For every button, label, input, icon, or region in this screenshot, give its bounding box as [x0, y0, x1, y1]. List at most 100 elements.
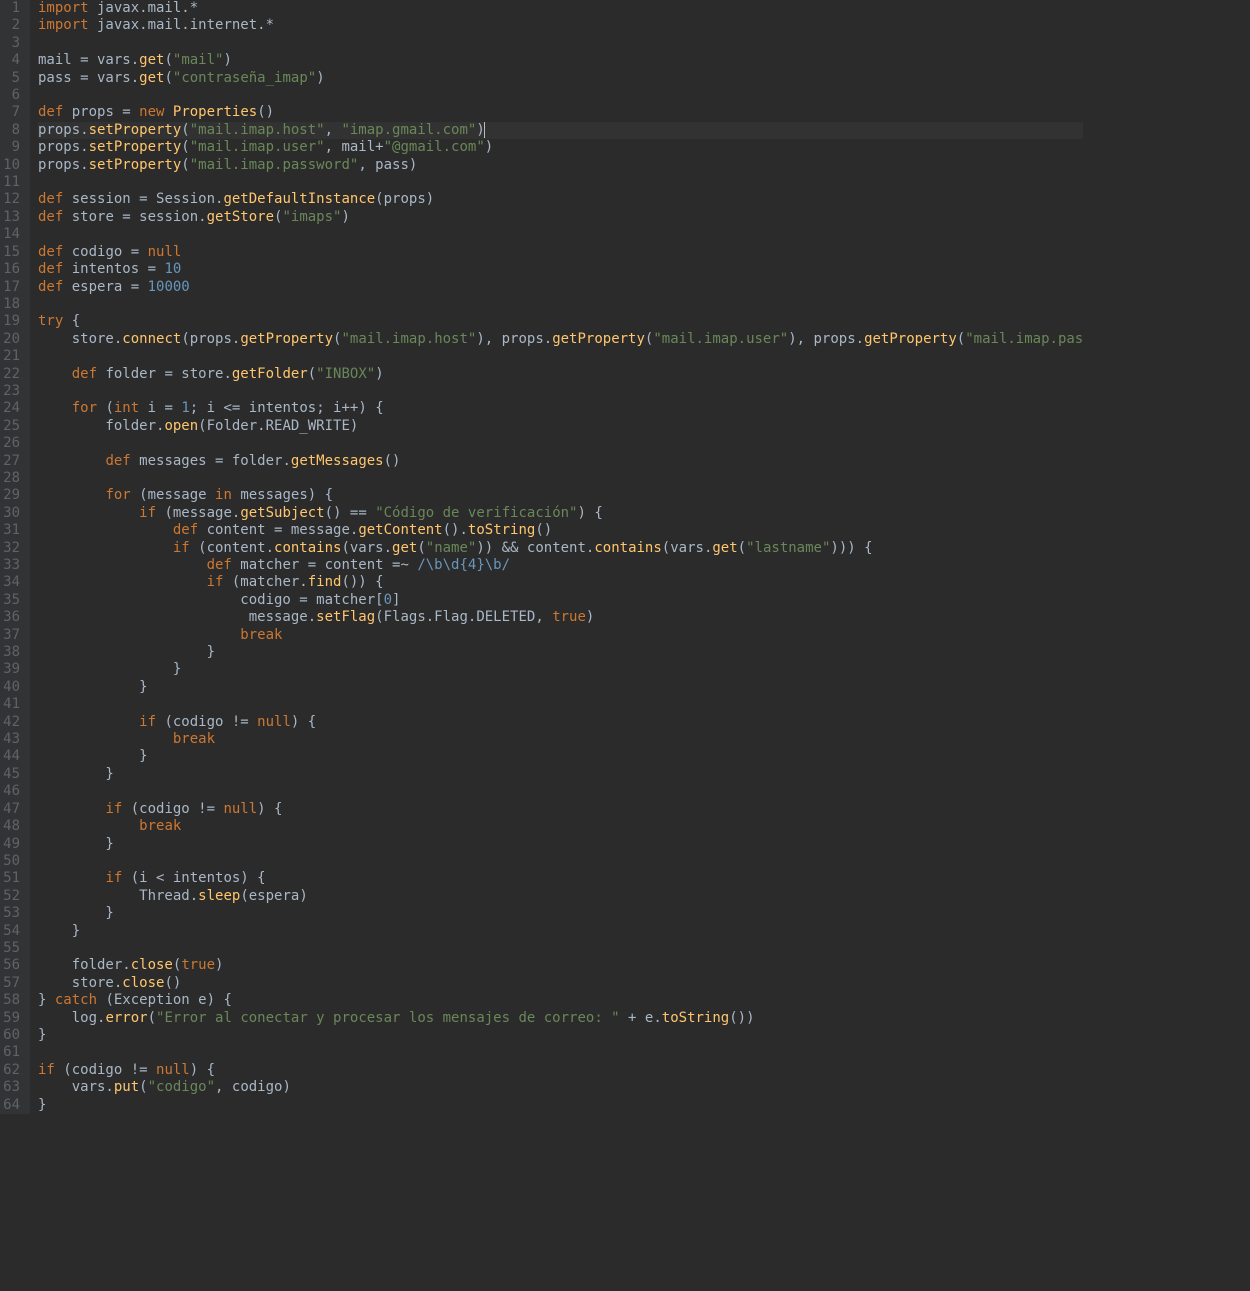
code-line[interactable]: } — [38, 679, 1083, 696]
code-line[interactable]: if (matcher.find()) { — [38, 574, 1083, 591]
token-id: ) { — [577, 505, 602, 521]
code-line[interactable]: def intentos = 10 — [38, 261, 1083, 278]
token-fn: getProperty — [240, 331, 333, 347]
code-line[interactable]: if (codigo != null) { — [38, 1062, 1083, 1079]
token-fn: getStore — [207, 209, 274, 225]
code-line[interactable]: def props = new Properties() — [38, 104, 1083, 121]
code-line[interactable]: props.setProperty("mail.imap.host", "ima… — [38, 122, 1083, 139]
token-id: (vars. — [341, 540, 392, 556]
token-id: i = — [139, 400, 181, 416]
token-id: (props) — [375, 191, 434, 207]
token-id: props. — [38, 139, 89, 155]
code-line[interactable]: import javax.mail.internet.* — [38, 17, 1083, 34]
code-line[interactable]: if (i < intentos) { — [38, 870, 1083, 887]
code-line[interactable]: for (int i = 1; i <= intentos; i++) { — [38, 400, 1083, 417]
token-id: } — [38, 836, 114, 852]
code-line[interactable] — [38, 853, 1083, 870]
code-line[interactable] — [38, 348, 1083, 365]
code-line[interactable]: } — [38, 748, 1083, 765]
code-line[interactable]: props.setProperty("mail.imap.password", … — [38, 157, 1083, 174]
code-line[interactable]: store.connect(props.getProperty("mail.im… — [38, 331, 1083, 348]
code-line[interactable] — [38, 696, 1083, 713]
token-kw: def — [38, 191, 63, 207]
code-line[interactable] — [38, 174, 1083, 191]
code-line[interactable]: for (message in messages) { — [38, 487, 1083, 504]
code-editor[interactable]: 1234567891011121314151617181920212223242… — [0, 0, 1083, 1114]
code-line[interactable]: message.setFlag(Flags.Flag.DELETED, true… — [38, 609, 1083, 626]
token-id: folder. — [38, 957, 131, 973]
line-number: 59 — [0, 1010, 22, 1027]
code-line[interactable]: mail = vars.get("mail") — [38, 52, 1083, 69]
code-line[interactable]: if (codigo != null) { — [38, 714, 1083, 731]
code-line[interactable]: if (content.contains(vars.get("name")) &… — [38, 540, 1083, 557]
code-line[interactable]: store.close() — [38, 975, 1083, 992]
line-number: 52 — [0, 888, 22, 905]
code-line[interactable]: def folder = store.getFolder("INBOX") — [38, 366, 1083, 383]
token-str: "lastname" — [746, 540, 830, 556]
code-line[interactable]: def matcher = content =~ /\b\d{4}\b/ — [38, 557, 1083, 574]
line-number: 51 — [0, 870, 22, 887]
code-line[interactable]: if (codigo != null) { — [38, 801, 1083, 818]
code-line[interactable]: def content = message.getContent().toStr… — [38, 522, 1083, 539]
token-id: } — [38, 905, 114, 921]
code-line[interactable]: def messages = folder.getMessages() — [38, 453, 1083, 470]
token-id: props. — [38, 157, 89, 173]
code-line[interactable] — [38, 470, 1083, 487]
code-line[interactable] — [38, 296, 1083, 313]
code-line[interactable] — [38, 940, 1083, 957]
code-line[interactable]: } — [38, 1027, 1083, 1044]
token-id — [38, 714, 139, 730]
token-id: ))) { — [830, 540, 872, 556]
token-id: { — [63, 313, 80, 329]
code-line[interactable]: def codigo = null — [38, 244, 1083, 261]
code-line[interactable]: } — [38, 661, 1083, 678]
code-line[interactable] — [38, 435, 1083, 452]
code-line[interactable]: } — [38, 1097, 1083, 1114]
code-line[interactable]: } — [38, 766, 1083, 783]
token-id: ) { — [190, 1062, 215, 1078]
code-line[interactable]: log.error("Error al conectar y procesar … — [38, 1010, 1083, 1027]
line-number: 50 — [0, 853, 22, 870]
line-number: 55 — [0, 940, 22, 957]
code-line[interactable]: if (message.getSubject() == "Código de v… — [38, 505, 1083, 522]
code-line[interactable]: } catch (Exception e) { — [38, 992, 1083, 1009]
code-line[interactable]: import javax.mail.* — [38, 0, 1083, 17]
code-line[interactable] — [38, 226, 1083, 243]
token-kw: import — [38, 0, 89, 16]
code-line[interactable]: } — [38, 905, 1083, 922]
code-line[interactable]: folder.close(true) — [38, 957, 1083, 974]
code-line[interactable] — [38, 1044, 1083, 1061]
token-id: message. — [38, 609, 316, 625]
code-line[interactable]: try { — [38, 313, 1083, 330]
code-line[interactable]: props.setProperty("mail.imap.user", mail… — [38, 139, 1083, 156]
code-line[interactable]: } — [38, 923, 1083, 940]
code-line[interactable]: codigo = matcher[0] — [38, 592, 1083, 609]
token-id: ( — [164, 70, 172, 86]
token-id: () — [535, 522, 552, 538]
code-line[interactable]: folder.open(Folder.READ_WRITE) — [38, 418, 1083, 435]
token-id — [38, 574, 207, 590]
code-line[interactable] — [38, 35, 1083, 52]
code-line[interactable]: def session = Session.getDefaultInstance… — [38, 191, 1083, 208]
token-id: ( — [97, 400, 114, 416]
code-line[interactable]: break — [38, 818, 1083, 835]
code-line[interactable]: } — [38, 644, 1083, 661]
code-line[interactable]: break — [38, 627, 1083, 644]
token-id: ) — [223, 52, 231, 68]
code-line[interactable] — [38, 383, 1083, 400]
code-line[interactable] — [38, 87, 1083, 104]
token-str: "mail.imap.host" — [190, 122, 325, 138]
token-id — [38, 870, 105, 886]
code-line[interactable]: } — [38, 836, 1083, 853]
code-line[interactable]: pass = vars.get("contraseña_imap") — [38, 70, 1083, 87]
code-line[interactable]: vars.put("codigo", codigo) — [38, 1079, 1083, 1096]
line-number: 53 — [0, 905, 22, 922]
code-line[interactable]: Thread.sleep(espera) — [38, 888, 1083, 905]
code-area[interactable]: import javax.mail.*import javax.mail.int… — [30, 0, 1083, 1114]
code-line[interactable] — [38, 783, 1083, 800]
code-line[interactable]: break — [38, 731, 1083, 748]
code-line[interactable]: def espera = 10000 — [38, 279, 1083, 296]
token-id: } — [38, 1097, 46, 1113]
token-id: (codigo != — [156, 714, 257, 730]
code-line[interactable]: def store = session.getStore("imaps") — [38, 209, 1083, 226]
